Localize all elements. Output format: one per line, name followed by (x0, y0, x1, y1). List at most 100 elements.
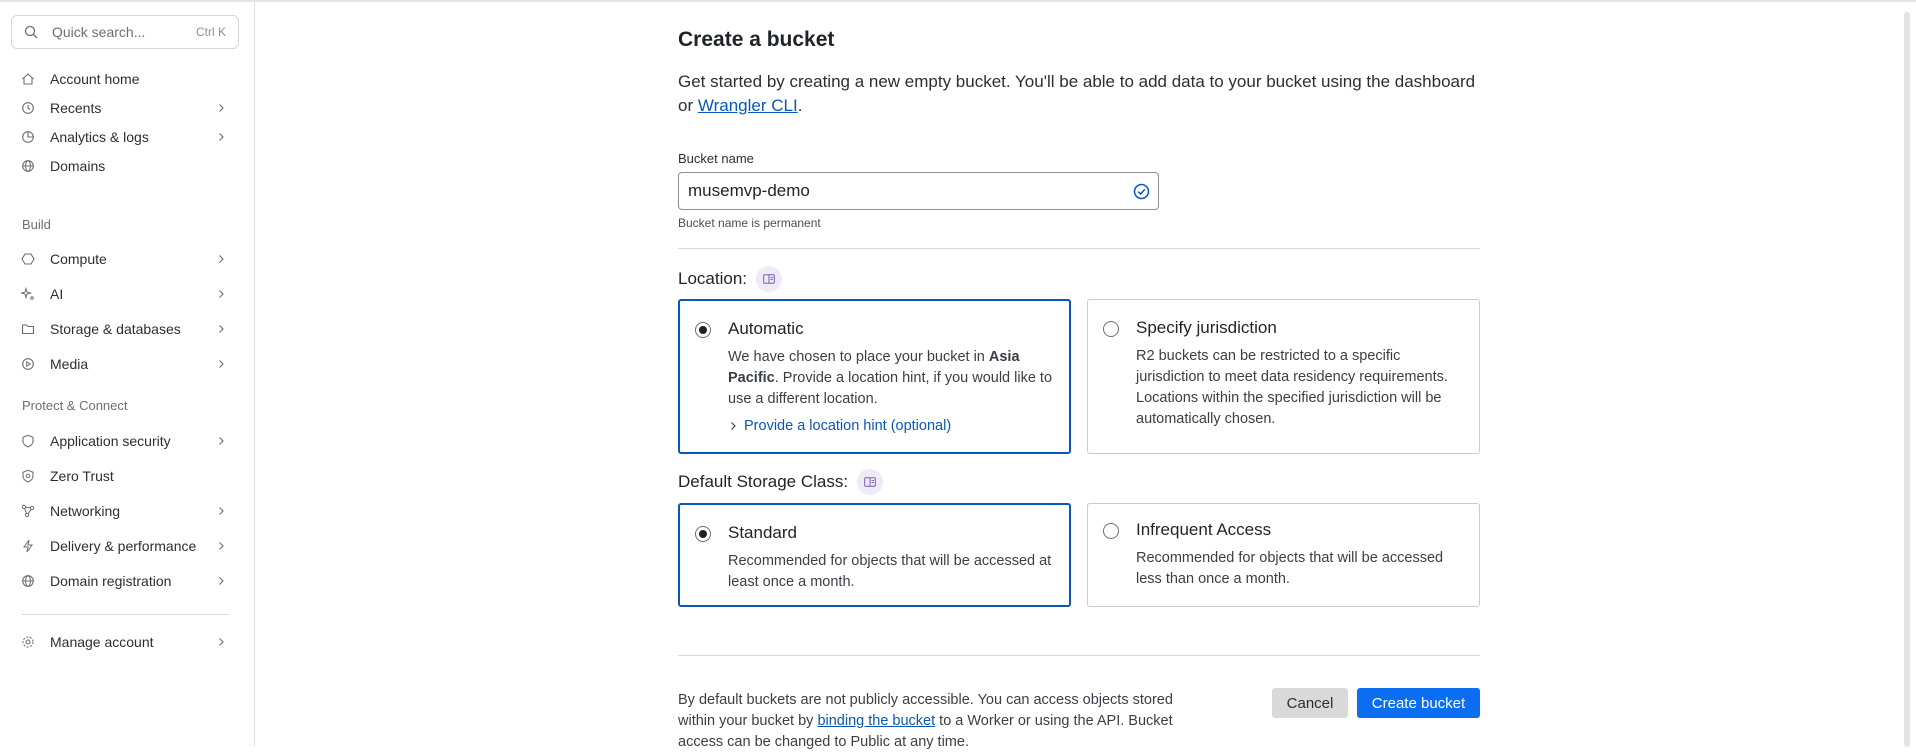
section-label-build: Build (22, 217, 51, 232)
sidebar-item-label: Application security (50, 433, 171, 449)
chevron-right-icon (216, 636, 228, 648)
automatic-desc-before: We have chosen to place your bucket in (728, 349, 989, 365)
location-hint-label: Provide a location hint (optional) (744, 418, 952, 434)
location-heading: Location: (678, 266, 782, 292)
sidebar-item-domains[interactable]: Domains (12, 151, 234, 181)
search-shortcut: Ctrl K (196, 25, 226, 39)
globe-icon (20, 158, 36, 174)
sidebar-item-label: Analytics & logs (50, 129, 149, 145)
storage-class-heading: Default Storage Class: (678, 469, 884, 495)
sidebar-item-label: Domain registration (50, 573, 172, 589)
sidebar-item-label: Domains (50, 158, 106, 174)
location-option-automatic[interactable]: Automatic We have chosen to place your b… (678, 299, 1071, 454)
location-label: Location: (678, 269, 747, 288)
wrangler-cli-link[interactable]: Wrangler CLI (698, 96, 798, 115)
sidebar-item-networking[interactable]: Networking (12, 496, 234, 526)
page-scrollbar[interactable] (1904, 12, 1910, 747)
shield-icon (20, 433, 36, 449)
chevron-right-icon (216, 540, 228, 552)
radio-standard[interactable] (695, 526, 711, 542)
sidebar-item-application-security[interactable]: Application security (12, 426, 234, 456)
sidebar-item-label: Zero Trust (50, 468, 114, 484)
sidebar-item-compute[interactable]: Compute (12, 244, 234, 274)
storage-option-infrequent[interactable]: Infrequent Access Recommended for object… (1087, 503, 1480, 607)
chevron-right-icon (216, 131, 228, 143)
radio-selected-dot (699, 326, 707, 334)
option-title: Infrequent Access (1136, 520, 1272, 539)
bucket-name-hint: Bucket name is permanent (678, 216, 821, 230)
sidebar-item-media[interactable]: Media (12, 349, 234, 379)
chevron-right-icon (216, 358, 228, 370)
sidebar-item-label: Recents (50, 100, 102, 116)
chevron-right-icon (216, 505, 228, 517)
chevron-right-icon (216, 288, 228, 300)
compute-icon (20, 251, 36, 267)
option-description: Recommended for objects that will be acc… (1136, 550, 1444, 587)
check-circle-icon (1133, 183, 1150, 200)
media-icon (20, 356, 36, 372)
sidebar-item-label: Networking (50, 503, 121, 519)
location-hint-expander[interactable]: Provide a location hint (optional) (728, 418, 951, 434)
option-title: Automatic (728, 319, 804, 338)
sidebar-item-label: Storage & databases (50, 321, 181, 337)
sidebar-item-account-home[interactable]: Account home (12, 64, 234, 94)
chevron-right-icon (728, 421, 738, 431)
sidebar-item-label: Account home (50, 71, 140, 87)
sidebar-item-label: Compute (50, 251, 107, 267)
gear-icon (20, 634, 36, 650)
storage-class-label: Default Storage Class: (678, 472, 849, 491)
zero-trust-icon (20, 468, 36, 484)
bucket-name-label: Bucket name (678, 151, 754, 166)
radio-automatic[interactable] (695, 322, 711, 338)
home-icon (20, 71, 36, 87)
option-title: Standard (728, 523, 797, 542)
search-placeholder: Quick search... (52, 24, 146, 40)
sidebar-item-analytics-logs[interactable]: Analytics & logs (12, 122, 234, 152)
sidebar-item-storage-databases[interactable]: Storage & databases (12, 314, 234, 344)
radio-selected-dot (699, 530, 707, 538)
sidebar-divider (22, 614, 229, 615)
intro-text-end: . (797, 96, 803, 115)
option-description: R2 buckets can be restricted to a specif… (1136, 348, 1448, 427)
docs-info-icon[interactable] (857, 469, 884, 495)
sidebar-item-label: Media (50, 356, 89, 372)
bucket-name-input[interactable]: musemvp-demo (678, 172, 1159, 210)
quick-search-box[interactable]: Quick search... Ctrl K (11, 15, 239, 49)
sparkle-icon (20, 286, 36, 302)
history-icon (20, 100, 36, 116)
public-access-note: By default buckets are not publicly acce… (678, 690, 1188, 753)
automatic-desc-after: . Provide a location hint, if you would … (728, 370, 1053, 407)
sidebar-item-recents[interactable]: Recents (12, 93, 234, 123)
binding-the-bucket-link[interactable]: binding the bucket (817, 713, 935, 729)
cancel-button[interactable]: Cancel (1272, 688, 1348, 718)
radio-infrequent[interactable] (1103, 523, 1119, 539)
sidebar: Quick search... Ctrl K Account home Rece… (0, 2, 255, 747)
create-bucket-button[interactable]: Create bucket (1357, 688, 1480, 718)
location-option-jurisdiction[interactable]: Specify jurisdiction R2 buckets can be r… (1087, 299, 1480, 454)
network-icon (20, 503, 36, 519)
storage-icon (20, 321, 36, 337)
option-description: We have chosen to place your bucket in A… (728, 347, 1058, 410)
chevron-right-icon (216, 102, 228, 114)
storage-option-standard[interactable]: Standard Recommended for objects that wi… (678, 503, 1071, 607)
sidebar-item-label: AI (50, 286, 64, 302)
sidebar-item-ai[interactable]: AI (12, 279, 234, 309)
bolt-icon (20, 538, 36, 554)
sidebar-item-domain-registration[interactable]: Domain registration (12, 566, 234, 596)
sidebar-item-label: Delivery & performance (50, 538, 197, 554)
section-divider (678, 655, 1480, 656)
chevron-right-icon (216, 253, 228, 265)
section-divider (678, 248, 1480, 249)
docs-info-icon[interactable] (756, 266, 782, 292)
sidebar-item-delivery-performance[interactable]: Delivery & performance (12, 531, 234, 561)
top-border (0, 0, 1916, 2)
sidebar-item-zero-trust[interactable]: Zero Trust (12, 461, 234, 491)
radio-jurisdiction[interactable] (1103, 321, 1119, 337)
bucket-name-value: musemvp-demo (688, 181, 810, 200)
chevron-right-icon (216, 575, 228, 587)
section-label-protect-connect: Protect & Connect (22, 398, 128, 413)
globe-icon (20, 573, 36, 589)
page-title: Create a bucket (678, 28, 835, 51)
intro-text: Get started by creating a new empty buck… (678, 70, 1480, 118)
sidebar-item-manage-account[interactable]: Manage account (12, 627, 234, 657)
